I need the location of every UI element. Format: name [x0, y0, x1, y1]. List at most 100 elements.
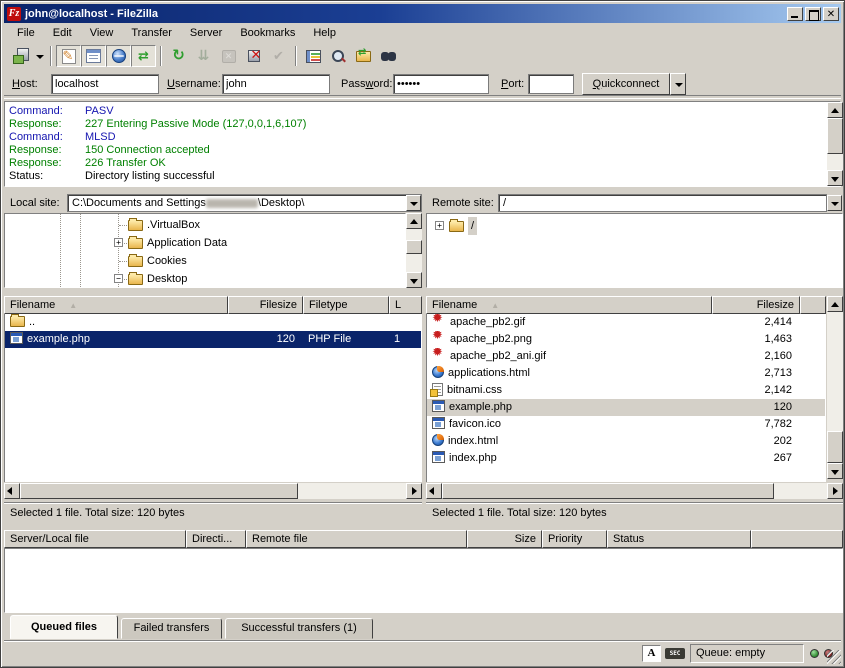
directory-comparison-button[interactable]: [301, 45, 326, 67]
port-input[interactable]: [528, 74, 574, 94]
process-queue-button[interactable]: [191, 45, 216, 67]
queue-column-header-directi[interactable]: Directi...: [186, 530, 246, 548]
column-header-l[interactable]: L: [389, 296, 422, 314]
menu-item-file[interactable]: File: [8, 25, 44, 41]
remote-site-combo[interactable]: /: [498, 194, 827, 212]
tab-failed-transfers[interactable]: Failed transfers: [121, 618, 222, 639]
username-input[interactable]: [222, 74, 330, 94]
refresh-button[interactable]: [166, 45, 191, 67]
maximize-button[interactable]: [805, 7, 821, 21]
tab-queued-files[interactable]: Queued files: [10, 615, 118, 639]
queue-column-header-blank[interactable]: [751, 530, 843, 548]
local-hscroll-left-button[interactable]: [4, 483, 20, 499]
local-tree-scroll-down-button[interactable]: [406, 272, 422, 288]
local-tree-scroll-up-button[interactable]: [406, 213, 422, 229]
log-scrollbar-thumb[interactable]: [827, 118, 843, 154]
cancel-button[interactable]: [216, 45, 241, 67]
column-header-filetype[interactable]: Filetype: [303, 296, 389, 314]
filename-filters-button[interactable]: [326, 45, 351, 67]
collapse-icon[interactable]: −: [114, 274, 123, 283]
tree-item-root[interactable]: +/: [427, 217, 842, 235]
file-row-apache-pb2-gif[interactable]: apache_pb2.gif2,414: [427, 314, 825, 331]
queue-column-header-status[interactable]: Status: [607, 530, 751, 548]
menu-item-view[interactable]: View: [81, 25, 123, 41]
tree-item-application-data[interactable]: +Application Data: [5, 234, 405, 252]
column-header-label: Filename: [10, 299, 55, 311]
refresh-icon: [172, 47, 185, 65]
queue-column-header-priority[interactable]: Priority: [542, 530, 607, 548]
local-site-combo[interactable]: C:\Documents and Settings\Desktop\: [67, 194, 422, 212]
file-row-applications-html[interactable]: applications.html2,713: [427, 365, 825, 382]
remote-site-combo-dropdown[interactable]: [827, 195, 842, 211]
local-tree-scrollbar-thumb[interactable]: [406, 240, 422, 254]
minimize-button[interactable]: [787, 7, 803, 21]
transfer-queue-toggle-button[interactable]: [131, 45, 156, 67]
remote-list-scroll-down-button[interactable]: [827, 463, 843, 479]
tree-item-cookies[interactable]: Cookies: [5, 252, 405, 270]
remote-tree-toggle-button[interactable]: [106, 45, 131, 67]
file-row-example-php[interactable]: example.php120PHP File1: [5, 331, 421, 348]
remote-hscrollbar-thumb[interactable]: [442, 483, 774, 499]
menu-item-transfer[interactable]: Transfer: [122, 25, 181, 41]
queue-column-header-remotefile[interactable]: Remote file: [246, 530, 467, 548]
remote-hscroll-left-button[interactable]: [426, 483, 442, 499]
expand-icon[interactable]: +: [435, 221, 444, 230]
disconnect-button[interactable]: [241, 45, 266, 67]
php-file-icon: [432, 451, 445, 463]
file-row-index-php[interactable]: index.php267: [427, 450, 825, 467]
file-row-favicon-ico[interactable]: favicon.ico7,782: [427, 416, 825, 433]
remote-list-scrollbar-thumb[interactable]: [827, 431, 843, 463]
file-row-apache-pb2-ani-gif[interactable]: apache_pb2_ani.gif2,160: [427, 348, 825, 365]
remote-directory-tree: +/: [426, 213, 843, 288]
local-tree-toggle-button[interactable]: [81, 45, 106, 67]
cancel-icon: [222, 50, 236, 63]
resize-grip[interactable]: [827, 650, 841, 664]
file-row-example-php[interactable]: example.php120: [427, 399, 825, 416]
column-header-filename[interactable]: Filename▲: [426, 296, 712, 314]
menu-item-help[interactable]: Help: [304, 25, 345, 41]
column-header-filesize[interactable]: Filesize: [228, 296, 303, 314]
quickconnect-dropdown[interactable]: [670, 73, 686, 95]
password-input[interactable]: [393, 74, 489, 94]
log-view-toggle-button[interactable]: [56, 45, 81, 67]
expand-icon[interactable]: +: [114, 238, 123, 247]
quickconnect-button[interactable]: Quickconnect: [582, 73, 670, 95]
tree-item--virtualbox[interactable]: .VirtualBox: [5, 216, 405, 234]
menu-item-bookmarks[interactable]: Bookmarks: [231, 25, 304, 41]
queue-column-header-size[interactable]: Size: [467, 530, 542, 548]
local-hscroll-right-button[interactable]: [406, 483, 422, 499]
reconnect-button[interactable]: [266, 45, 291, 67]
menu-item-server[interactable]: Server: [181, 25, 231, 41]
filename-text: index.html: [448, 435, 498, 447]
folder-icon: [128, 274, 143, 285]
column-header-blank[interactable]: [800, 296, 826, 314]
menu-item-edit[interactable]: Edit: [44, 25, 81, 41]
close-button[interactable]: [823, 7, 839, 21]
synchronized-browsing-button[interactable]: [351, 45, 376, 67]
column-header-filename[interactable]: Filename▲: [4, 296, 228, 314]
remote-hscroll-right-button[interactable]: [827, 483, 843, 499]
tree-item-desktop[interactable]: −Desktop: [5, 270, 405, 288]
remote-list-scroll-up-button[interactable]: [827, 296, 843, 312]
tab-successful-transfers-1-[interactable]: Successful transfers (1): [225, 618, 373, 639]
column-header-filesize[interactable]: Filesize: [712, 296, 800, 314]
file-row-bitnami-css[interactable]: bitnami.css2,142: [427, 382, 825, 399]
file-row--[interactable]: ..: [5, 314, 421, 331]
site-manager-button[interactable]: [8, 45, 33, 67]
log-scroll-down-button[interactable]: [827, 170, 843, 186]
site-manager-dropdown-button[interactable]: [33, 45, 46, 67]
local-site-combo-dropdown[interactable]: [406, 195, 421, 211]
queue-column-header-serverlocalfile[interactable]: Server/Local file: [4, 530, 186, 548]
filename-text: applications.html: [448, 367, 530, 379]
reconnect-icon: [273, 47, 284, 65]
host-input[interactable]: [51, 74, 159, 94]
transfer-type-indicator-icon[interactable]: A: [642, 645, 661, 662]
find-files-button[interactable]: [376, 45, 401, 67]
log-scroll-up-button[interactable]: [827, 102, 843, 118]
folder-icon: [128, 256, 143, 267]
file-row-apache-pb2-png[interactable]: apache_pb2.png1,463: [427, 331, 825, 348]
file-row-index-html[interactable]: index.html202: [427, 433, 825, 450]
local-hscrollbar-thumb[interactable]: [20, 483, 298, 499]
local-site-header: Local site: C:\Documents and Settings\De…: [4, 193, 422, 213]
filesize-cell: 7,782: [713, 416, 801, 433]
